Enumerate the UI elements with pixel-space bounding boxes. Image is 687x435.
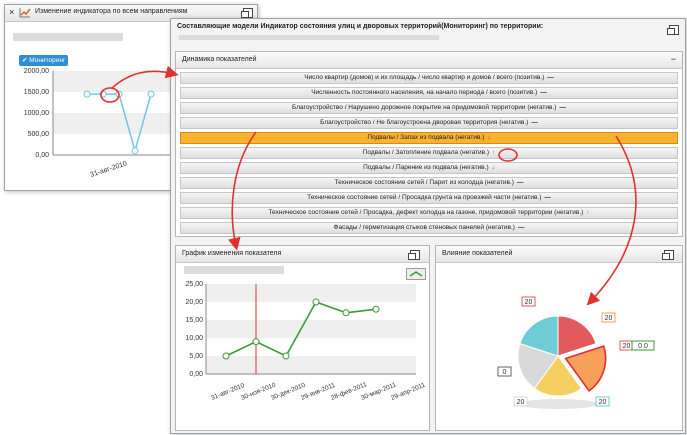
- annotation-overlay: [100, 65, 637, 306]
- annotation-circle-small-chart: [100, 87, 120, 103]
- annotation-arrow-to-graph: [228, 131, 257, 251]
- annotation-arrow-to-pie: [586, 135, 637, 306]
- annotation-circle-indicator: [498, 148, 518, 162]
- annotation-arrow-to-dynamics: [111, 65, 179, 89]
